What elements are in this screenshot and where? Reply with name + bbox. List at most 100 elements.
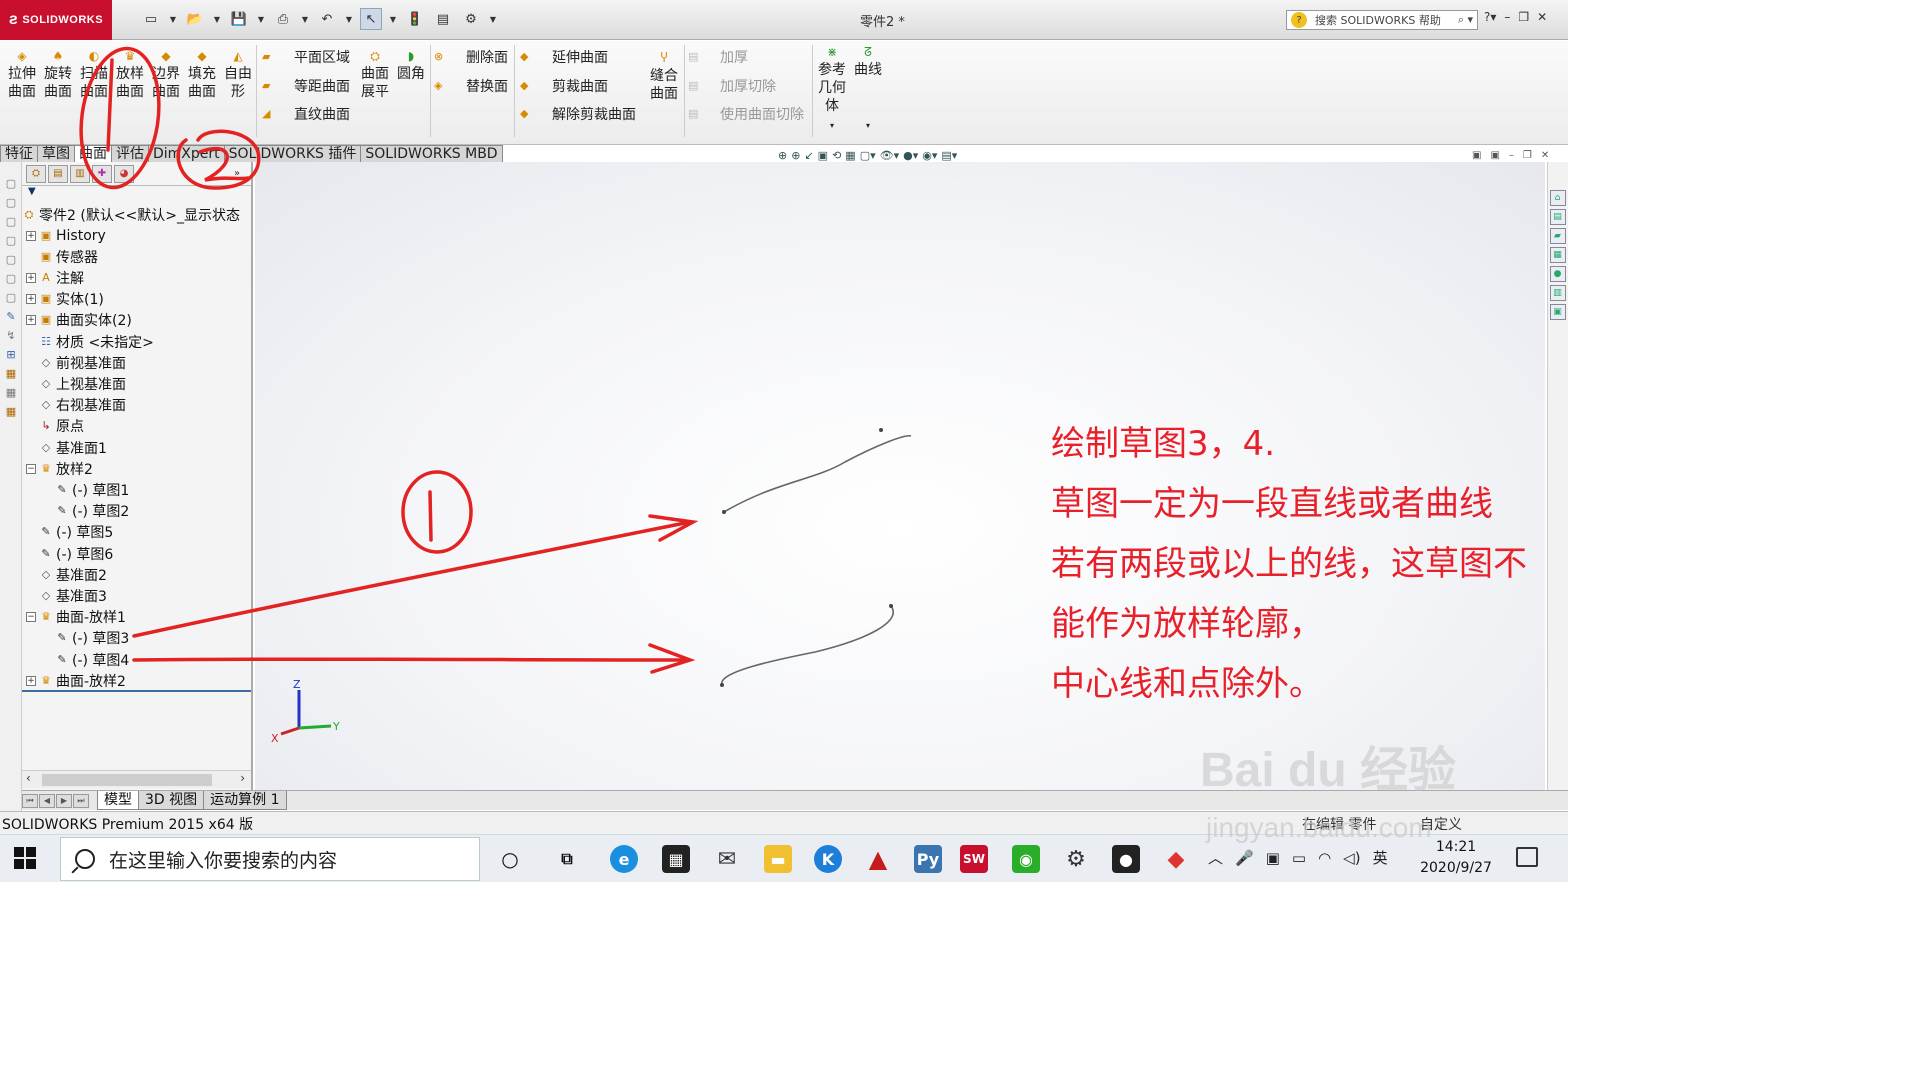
view-palette-icon[interactable]: ▦ bbox=[1549, 247, 1566, 263]
k-app-icon[interactable]: K bbox=[814, 845, 842, 873]
file-explorer-icon[interactable]: ▬ bbox=[764, 845, 792, 873]
tree-item[interactable]: ✎ (-) 草图5 bbox=[26, 522, 113, 543]
tree-item[interactable]: + A 注解 bbox=[26, 267, 84, 288]
wifi-icon[interactable]: ◠ bbox=[1318, 849, 1331, 867]
hide-show-items-icon[interactable]: 👁▾ bbox=[880, 149, 900, 162]
tree-item[interactable]: ◇ 基准面3 bbox=[26, 585, 107, 606]
trim-surface-button[interactable]: ◆ 剪裁曲面 bbox=[520, 75, 608, 97]
section-view-icon[interactable]: ▣ bbox=[818, 149, 828, 162]
tree-item[interactable]: ↳ 原点 bbox=[26, 416, 84, 437]
battery-icon[interactable]: ▭ bbox=[1292, 849, 1306, 867]
task-view-icon[interactable]: ⧉ bbox=[553, 845, 581, 873]
custom-properties-icon[interactable]: ▥ bbox=[1549, 285, 1566, 301]
expand-toggle-icon[interactable]: + bbox=[26, 294, 36, 305]
chevron-down-icon[interactable]: ▼ bbox=[488, 8, 498, 30]
expand-toggle-icon[interactable]: − bbox=[26, 612, 36, 623]
sketch4-curve[interactable] bbox=[721, 605, 894, 686]
bottom-tab-1[interactable]: 3D 视图 bbox=[138, 791, 205, 810]
display-style-icon[interactable]: ▢▾ bbox=[860, 149, 876, 162]
ribbon-button-loft-surface[interactable]: ♛ 放样 曲面 bbox=[113, 49, 147, 101]
tree-item[interactable]: ◇ 右视基准面 bbox=[26, 395, 126, 416]
tree-item[interactable]: ✎ (-) 草图3 bbox=[42, 628, 129, 649]
bottom-tab-2[interactable]: 运动算例 1 bbox=[203, 791, 287, 810]
sketch-icon[interactable]: ✎ bbox=[4, 310, 18, 324]
sketch4-endpoint[interactable] bbox=[720, 683, 724, 687]
print-icon[interactable]: ⎙ bbox=[272, 8, 294, 30]
tile-icon[interactable]: ▣ bbox=[1472, 150, 1481, 161]
select-cursor-icon[interactable]: ↖ bbox=[360, 8, 382, 30]
next-tab-icon[interactable]: ▶ bbox=[56, 793, 72, 808]
save-icon[interactable]: 💾 bbox=[228, 8, 250, 30]
sketch-tool-icon[interactable]: ▦ bbox=[4, 386, 18, 400]
sketch4-endpoint[interactable] bbox=[889, 604, 893, 608]
volume-icon[interactable]: ◁) bbox=[1343, 849, 1360, 867]
wechat-icon[interactable]: ◉ bbox=[1012, 845, 1040, 873]
bottom-tab-0[interactable]: 模型 bbox=[97, 791, 139, 810]
curves-button[interactable]: ᘔ 曲线 ▾ bbox=[850, 45, 886, 135]
tree-item[interactable]: ▣ 传感器 bbox=[26, 246, 98, 267]
settings-icon[interactable]: ⚙ bbox=[1062, 845, 1090, 873]
screen-recorder-icon[interactable]: ● bbox=[1112, 845, 1140, 873]
show-hidden-icons-icon[interactable]: ︿ bbox=[1208, 847, 1223, 868]
surface-flatten-button[interactable]: ⛭ 曲面 展平 bbox=[358, 49, 392, 101]
sketch-tool-icon[interactable]: ▦ bbox=[4, 367, 18, 381]
python-icon[interactable]: Py bbox=[914, 845, 942, 873]
chevron-down-icon[interactable]: ▾ bbox=[866, 121, 870, 130]
close-icon[interactable]: ✕ bbox=[1537, 10, 1547, 24]
thicken-cut-button[interactable]: ▤ 加厚切除 bbox=[688, 75, 776, 97]
feature-tree-scrollbar[interactable]: ‹ › bbox=[22, 770, 251, 788]
zoom-to-area-icon[interactable]: ⊕ bbox=[791, 149, 800, 162]
rebuild-icon[interactable]: 🚦 bbox=[404, 8, 426, 30]
restore-icon[interactable]: ❐ bbox=[1523, 150, 1532, 161]
ime-indicator[interactable]: 英 bbox=[1373, 847, 1388, 868]
edge-browser-icon[interactable]: e bbox=[610, 845, 638, 873]
view-orientation-icon[interactable]: ▦ bbox=[845, 149, 855, 162]
ribbon-button-fill-surface[interactable]: ◆ 填充 曲面 bbox=[185, 49, 219, 101]
view-icon[interactable]: ▢ bbox=[4, 291, 18, 305]
expand-toggle-icon[interactable]: + bbox=[26, 315, 36, 326]
planar-surface-button[interactable]: ▰ 平面区域 bbox=[262, 46, 350, 68]
expand-toggle-icon[interactable]: + bbox=[26, 230, 36, 241]
thicken-button[interactable]: ▤ 加厚 bbox=[688, 46, 748, 68]
expand-toggle-icon[interactable]: + bbox=[26, 675, 36, 686]
ribbon-button-freeform[interactable]: ◭ 自由形 bbox=[221, 49, 255, 101]
sketch3-endpoint[interactable] bbox=[879, 428, 883, 432]
tab-4[interactable]: DimXpert bbox=[148, 145, 225, 162]
tab-6[interactable]: SOLIDWORKS MBD bbox=[360, 145, 503, 162]
taskbar-search-input[interactable]: 在这里输入你要搜索的内容 bbox=[60, 837, 480, 881]
minimize-icon[interactable]: – bbox=[1509, 150, 1514, 161]
tree-item[interactable]: ✎ (-) 草图2 bbox=[42, 501, 129, 522]
view-icon[interactable]: ▢ bbox=[4, 234, 18, 248]
search-icon[interactable]: ⌕ ▾ bbox=[1458, 13, 1473, 27]
cortana-icon[interactable]: ○ bbox=[496, 845, 524, 873]
new-document-icon[interactable]: ▭ bbox=[140, 8, 162, 30]
maps-pin-icon[interactable]: ◆ bbox=[1162, 845, 1190, 873]
cut-with-surface-button[interactable]: ▤ 使用曲面切除 bbox=[688, 103, 804, 125]
configuration-tab-icon[interactable]: ▥ bbox=[70, 164, 90, 183]
close-icon[interactable]: ✕ bbox=[1541, 150, 1549, 161]
view-icon[interactable]: ▢ bbox=[4, 272, 18, 286]
first-tab-icon[interactable]: ⏮ bbox=[22, 793, 38, 808]
chevron-down-icon[interactable]: ▾ bbox=[830, 121, 834, 130]
scroll-thumb[interactable] bbox=[42, 774, 212, 786]
more-tabs-icon[interactable]: » bbox=[227, 165, 247, 183]
knit-surface-button[interactable]: Ⴤ 缝合 曲面 bbox=[646, 51, 682, 103]
graphics-viewport[interactable]: 绘制草图3，4. 草图一定为一段直线或者曲线 若有两段或以上的线，这草图不 能作… bbox=[255, 162, 1545, 790]
tree-item[interactable]: ◇ 基准面1 bbox=[26, 437, 107, 458]
mail-icon[interactable]: ✉ bbox=[713, 845, 741, 873]
help-menu-icon[interactable]: ?▾ bbox=[1484, 10, 1496, 24]
ribbon-button-revolve-surface[interactable]: ♠ 旋转 曲面 bbox=[41, 49, 75, 101]
help-search-input[interactable]: ? 搜索 SOLIDWORKS 帮助 ⌕ ▾ bbox=[1286, 10, 1478, 30]
display-manager-tab-icon[interactable]: ◕ bbox=[114, 164, 134, 183]
tab-3[interactable]: 评估 bbox=[111, 145, 149, 162]
options-icon[interactable]: ⚙ bbox=[460, 8, 482, 30]
tab-1[interactable]: 草图 bbox=[37, 145, 75, 162]
tree-item[interactable]: ✎ (-) 草图6 bbox=[26, 543, 113, 564]
property-manager-tab-icon[interactable]: ▤ bbox=[48, 164, 68, 183]
scroll-left-icon[interactable]: ‹ bbox=[26, 771, 31, 785]
tree-item[interactable]: ◇ 基准面2 bbox=[26, 564, 107, 585]
view-icon[interactable]: ▢ bbox=[4, 177, 18, 191]
offset-surface-button[interactable]: ▰ 等距曲面 bbox=[262, 75, 350, 97]
restore-icon[interactable]: ❐ bbox=[1518, 10, 1529, 24]
chevron-down-icon[interactable]: ▼ bbox=[256, 8, 266, 30]
